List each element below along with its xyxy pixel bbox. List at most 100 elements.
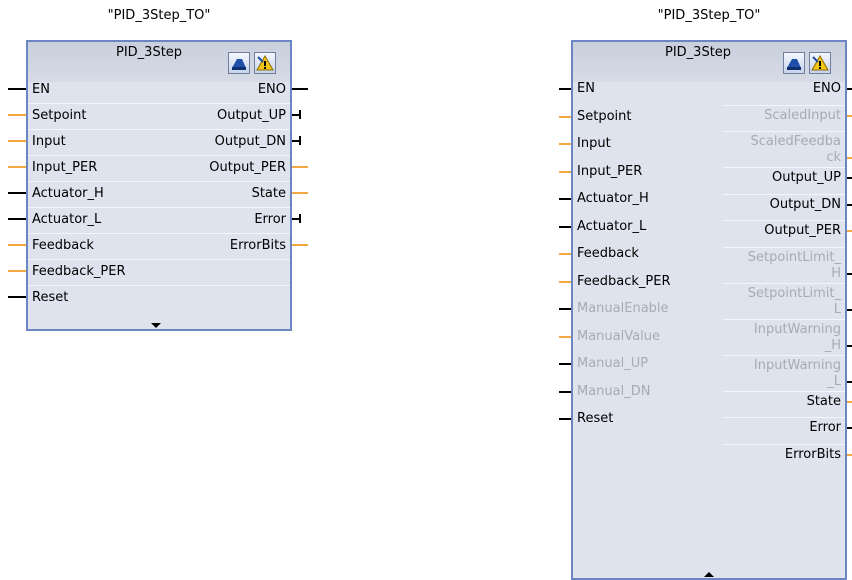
input-pin-label: Setpoint	[32, 108, 87, 123]
output-pin-wire[interactable]	[847, 177, 852, 179]
output-pin-label: ENO	[257, 82, 286, 97]
input-pin-wire[interactable]	[8, 88, 26, 90]
row-separator	[723, 167, 845, 168]
row-separator	[28, 233, 290, 234]
input-pin-label: Actuator_L	[577, 218, 647, 234]
output-terminal-tick	[299, 214, 301, 223]
output-pin: ErrorBits	[785, 447, 841, 463]
output-pin-label: _H	[824, 337, 841, 353]
output-pin-label: Output_UP	[216, 108, 286, 123]
row-separator	[28, 259, 290, 260]
input-pin-wire[interactable]	[8, 140, 26, 142]
pid-3step-block-expanded[interactable]: "PID_3Step_TO" PID_3Step EN Setpoint Input…	[555, 0, 852, 580]
input-pin-wire[interactable]	[559, 418, 571, 420]
output-pin-wire[interactable]	[292, 166, 308, 168]
output-pin-wire[interactable]	[847, 203, 852, 206]
input-pin-wire[interactable]	[559, 198, 571, 200]
output-pin-label: ErrorBits	[229, 238, 286, 253]
commissioning-icon[interactable]	[228, 52, 250, 74]
output-pin-wire[interactable]	[847, 308, 852, 311]
output-pin-wire[interactable]	[292, 192, 308, 194]
output-pin-wire[interactable]	[292, 244, 308, 246]
output-pin-wire[interactable]	[847, 400, 852, 403]
output-pin-wire[interactable]	[847, 88, 852, 90]
output-pin-label: Error	[809, 420, 841, 435]
input-pin-wire[interactable]	[559, 335, 571, 338]
output-pin: Output_UP	[772, 170, 841, 186]
output-terminal-tick	[299, 136, 301, 145]
pid-3step-block-collapsed[interactable]: "PID_3Step_TO" PID_3Step EN Setpoint Input…	[0, 0, 330, 340]
output-pin: State	[807, 394, 841, 410]
input-pin-wire[interactable]	[559, 115, 571, 118]
output-pin-wire[interactable]	[847, 272, 852, 275]
output-pin: Output_PER	[764, 223, 841, 239]
input-pin-wire[interactable]	[8, 218, 26, 220]
input-pin-wire[interactable]	[8, 244, 26, 246]
input-pin-wire[interactable]	[559, 363, 571, 365]
input-pin-wire[interactable]	[8, 192, 26, 194]
output-pin-wire[interactable]	[292, 88, 308, 90]
input-pin-wire[interactable]	[559, 143, 571, 145]
output-pin-label: SetpointLimit_	[747, 285, 841, 301]
function-block-body[interactable]: PID_3Step EN Setpoint Input Input_PER Actuat…	[571, 40, 847, 580]
row-separator	[28, 207, 290, 208]
output-pin-label: Output_PER	[209, 160, 286, 175]
input-pin-wire[interactable]	[8, 166, 26, 168]
input-pin-label: Feedback_PER	[32, 264, 126, 279]
commissioning-icon[interactable]	[783, 52, 805, 74]
row-separator	[723, 246, 845, 248]
input-pin-label: Input_PER	[32, 160, 98, 175]
output-pin-label: _L	[827, 373, 841, 389]
output-pin-label: InputWarning	[753, 357, 841, 373]
function-block-body[interactable]: PID_3Step EN Setpoint Input Input_PER Actuat…	[26, 40, 292, 331]
output-pin-label: State	[251, 186, 286, 201]
warning-icon[interactable]	[809, 52, 831, 74]
input-pin-label: Input_PER	[577, 163, 643, 179]
output-pin-wire[interactable]	[847, 427, 852, 429]
row-separator	[28, 155, 290, 156]
output-pin-label: InputWarning	[753, 321, 841, 337]
output-pin-label: Output_DN	[769, 196, 841, 212]
input-pin-wire[interactable]	[559, 170, 571, 173]
input-pin-wire[interactable]	[8, 296, 26, 298]
output-pin-label: Output_UP	[771, 170, 841, 185]
row-separator	[28, 129, 290, 130]
output-terminal-tick	[299, 110, 301, 119]
input-pin-label: Input	[32, 134, 66, 149]
output-pin-wire[interactable]	[847, 230, 852, 232]
row-separator	[723, 282, 845, 284]
output-pin: Error	[809, 420, 841, 436]
input-pin-wire[interactable]	[559, 280, 571, 283]
row-separator	[28, 103, 290, 104]
output-pin-label: Error	[254, 212, 286, 227]
input-pin-wire[interactable]	[559, 225, 571, 228]
input-pin-wire[interactable]	[8, 114, 26, 116]
input-pin-label: Manual_DN	[577, 383, 651, 399]
input-pin-label: ManualValue	[577, 328, 660, 344]
collapse-arrow-icon[interactable]	[704, 572, 714, 577]
input-pin-wire[interactable]	[559, 253, 571, 255]
output-pin-label: ck	[826, 150, 841, 165]
input-pin-wire[interactable]	[559, 88, 571, 90]
output-pin-label: State	[806, 393, 841, 409]
warning-icon[interactable]	[254, 52, 276, 74]
input-pin-label: Manual_UP	[577, 356, 649, 371]
row-separator	[723, 443, 845, 445]
output-pin-wire[interactable]	[847, 453, 852, 456]
output-pin: SetpointLimit_ L	[748, 286, 841, 318]
instance-name: "PID_3Step_TO"	[657, 8, 761, 23]
input-pin-wire[interactable]	[559, 308, 571, 310]
input-pin-wire[interactable]	[8, 270, 26, 272]
input-pin-label: ManualEnable	[577, 301, 669, 316]
output-pin-wire[interactable]	[847, 114, 852, 117]
input-pin-label: Reset	[577, 411, 614, 426]
output-pin-wire[interactable]	[847, 157, 852, 159]
input-pin-wire[interactable]	[559, 390, 571, 393]
input-pin-label: Feedback	[577, 246, 639, 261]
expand-arrow-icon[interactable]	[151, 323, 161, 328]
output-pin-wire[interactable]	[847, 344, 852, 347]
output-pin-label: Output_DN	[214, 134, 286, 149]
output-pin-label: ErrorBits	[784, 446, 841, 462]
output-pin-wire[interactable]	[847, 380, 852, 383]
output-pin: InputWarning _L	[754, 358, 841, 390]
